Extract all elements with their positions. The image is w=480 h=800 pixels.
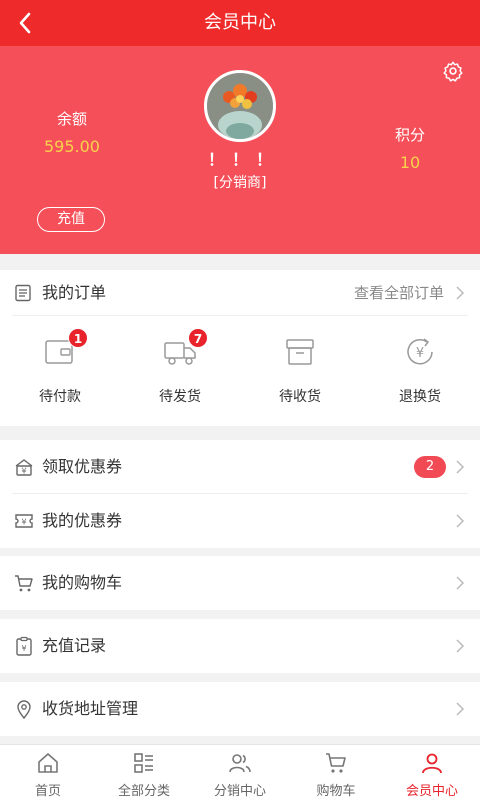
page-title: 会员中心	[204, 12, 276, 33]
profile-header: 余额 595.00 充值 ！！！ [分销商] 积分 10	[0, 46, 480, 254]
tab-member-center[interactable]: 会员中心	[384, 745, 480, 800]
my-coupons-label: 我的优惠券	[42, 511, 123, 530]
svg-text:¥: ¥	[21, 644, 26, 653]
svg-text:¥: ¥	[21, 467, 26, 476]
orders-header-row[interactable]: 我的订单 查看全部订单	[12, 270, 468, 316]
users-icon	[229, 754, 251, 773]
pending-payment-badge: 1	[68, 328, 88, 348]
claim-coupons-count-badge: 2	[414, 456, 446, 478]
user-icon	[422, 753, 442, 774]
tab-categories-label: 全部分类	[117, 784, 170, 799]
tab-categories[interactable]: 全部分类	[96, 745, 192, 800]
orders-title: 我的订单	[42, 283, 107, 302]
order-list-icon	[15, 284, 31, 302]
order-pending-payment-label: 待付款	[39, 389, 81, 405]
tab-member-center-label: 会员中心	[405, 784, 458, 799]
coupons-card: ¥ 领取优惠券 2 ¥ 我的优惠券	[0, 440, 480, 548]
svg-text:¥: ¥	[21, 518, 26, 527]
cart-icon	[326, 753, 346, 773]
points-value: 10	[399, 153, 421, 172]
recharge-records-row[interactable]: ¥ 充值记录	[12, 619, 468, 673]
ticket-icon: ¥	[15, 514, 33, 528]
my-cart-label: 我的购物车	[42, 573, 123, 592]
points-label: 积分	[394, 126, 425, 144]
bottom-tab-bar: 首页 全部分类 分销中心 购物车 会员中心	[0, 744, 480, 800]
chevron-right-icon	[456, 702, 465, 716]
chevron-right-icon	[456, 460, 465, 474]
chevron-right-icon	[456, 514, 465, 528]
tab-home[interactable]: 首页	[0, 745, 96, 800]
box-icon	[286, 339, 314, 365]
claim-coupons-row[interactable]: ¥ 领取优惠券 2	[12, 440, 468, 494]
chevron-right-icon	[456, 639, 465, 653]
chevron-right-icon	[456, 286, 465, 300]
tab-cart-label: 购物车	[316, 784, 356, 799]
chevron-right-icon	[456, 576, 465, 590]
order-pending-shipment-label: 待发货	[159, 389, 201, 405]
balance-label: 余额	[56, 110, 87, 128]
order-pending-payment[interactable]: 1 待付款	[0, 322, 120, 422]
svg-text:¥: ¥	[416, 346, 424, 361]
gear-icon	[443, 61, 463, 82]
tab-distribution-label: 分销中心	[213, 784, 266, 799]
my-coupons-row[interactable]: ¥ 我的优惠券	[12, 494, 468, 548]
tab-cart[interactable]: 购物车	[288, 745, 384, 800]
settings-button[interactable]	[442, 60, 464, 82]
orders-card: 我的订单 查看全部订单 1 待付款 7 待发货 待收货 ¥ 退换货	[0, 270, 480, 426]
points-block[interactable]: 积分 10	[376, 124, 444, 172]
title-bar: 会员中心	[0, 0, 480, 46]
cart-card: 我的购物车	[0, 556, 480, 610]
address-management-label: 收货地址管理	[42, 699, 139, 718]
location-pin-icon	[17, 700, 31, 719]
refund-icon: ¥	[407, 338, 433, 365]
order-returns-label: 退换货	[399, 389, 441, 405]
recharge-button[interactable]: 充值	[37, 207, 105, 232]
recharge-records-card: ¥ 充值记录	[0, 619, 480, 673]
order-status-grid: 1 待付款 7 待发货 待收货 ¥ 退换货	[0, 322, 480, 422]
order-pending-receipt[interactable]: 待收货	[240, 322, 360, 422]
tab-distribution[interactable]: 分销中心	[192, 745, 288, 800]
address-card: 收货地址管理	[0, 682, 480, 736]
pending-shipment-badge: 7	[188, 328, 208, 348]
order-pending-receipt-label: 待收货	[279, 389, 321, 405]
member-center-screen: 会员中心 余额 595.00 充值 ！！！ [分销商] 积分 10 我的订单 查…	[0, 0, 480, 800]
cart-icon	[15, 575, 33, 592]
address-management-row[interactable]: 收货地址管理	[12, 682, 468, 736]
home-icon	[38, 753, 58, 773]
view-all-orders-link[interactable]: 查看全部订单	[354, 270, 444, 316]
order-pending-shipment[interactable]: 7 待发货	[120, 322, 240, 422]
order-returns[interactable]: ¥ 退换货	[360, 322, 480, 422]
my-cart-row[interactable]: 我的购物车	[12, 556, 468, 610]
avatar-image	[207, 73, 273, 139]
clipboard-icon: ¥	[16, 636, 32, 656]
avatar[interactable]	[204, 70, 276, 142]
tab-home-label: 首页	[34, 784, 61, 799]
category-icon	[134, 753, 153, 773]
claim-coupons-label: 领取优惠券	[42, 457, 123, 476]
recharge-records-label: 充值记录	[42, 636, 107, 655]
user-role: [分销商]	[213, 175, 267, 191]
coupon-claim-icon: ¥	[15, 459, 33, 476]
